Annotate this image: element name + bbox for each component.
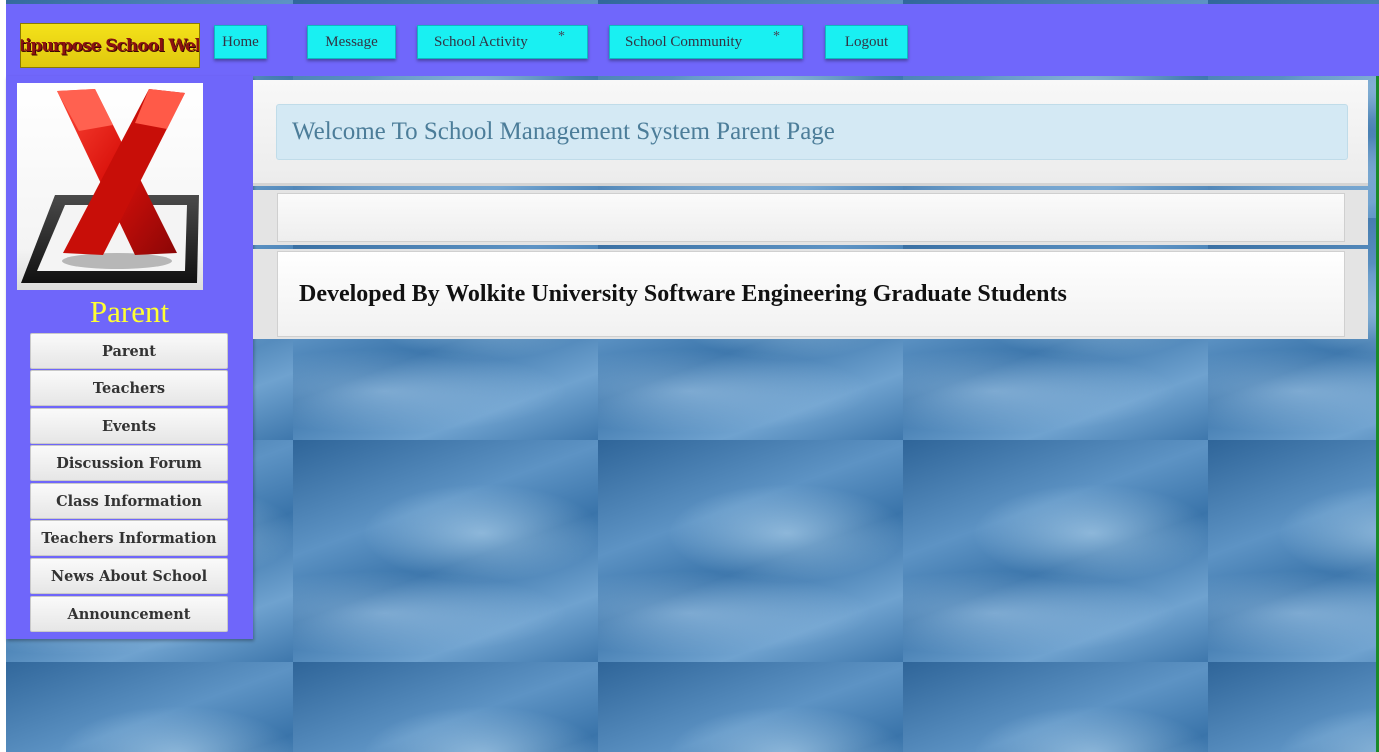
nav-school-activity-label: School Activity [434,33,528,50]
nav-school-community-label: School Community [625,33,743,50]
dropdown-star-icon[interactable]: * [558,29,565,45]
sidebar-item-teachers-information[interactable]: Teachers Information [30,520,228,556]
nav-message-label: Message [325,33,378,50]
nav-home-label: Home [222,33,259,50]
nav-home-button[interactable]: Home [214,25,267,59]
sidebar-item-teachers[interactable]: Teachers [30,370,228,406]
welcome-panel: Welcome To School Management System Pare… [253,80,1368,186]
sidebar-item-parent[interactable]: Parent [30,333,228,369]
sidebar-item-discussion-forum[interactable]: Discussion Forum [30,445,228,481]
top-navigation-bar: Multipurpose School Website Home Message… [6,4,1379,76]
nav-logout-label: Logout [844,33,889,50]
nav-school-activity-button[interactable]: School Activity * [417,25,588,59]
footer-panel: Developed By Wolkite University Software… [253,249,1368,339]
sidebar: Parent Parent Teachers Events Discussion… [6,76,253,639]
content-area [277,193,1345,242]
role-title: Parent [89,294,170,329]
nav-logout-button[interactable]: Logout [825,25,908,59]
sidebar-item-class-information[interactable]: Class Information [30,483,228,519]
nav-message-button[interactable]: Message [307,25,396,59]
footer-credit: Developed By Wolkite University Software… [277,251,1345,337]
dropdown-star-icon[interactable]: * [773,29,780,45]
welcome-message: Welcome To School Management System Pare… [276,104,1348,160]
sidebar-item-news-about-school[interactable]: News About School [30,558,228,594]
site-logo[interactable]: Multipurpose School Website [20,23,200,68]
sidebar-item-announcement[interactable]: Announcement [30,596,228,632]
sidebar-item-events[interactable]: Events [30,408,228,444]
red-x-mark-icon [17,83,203,290]
nav-school-community-button[interactable]: School Community * [609,25,803,59]
content-panel [253,190,1368,245]
